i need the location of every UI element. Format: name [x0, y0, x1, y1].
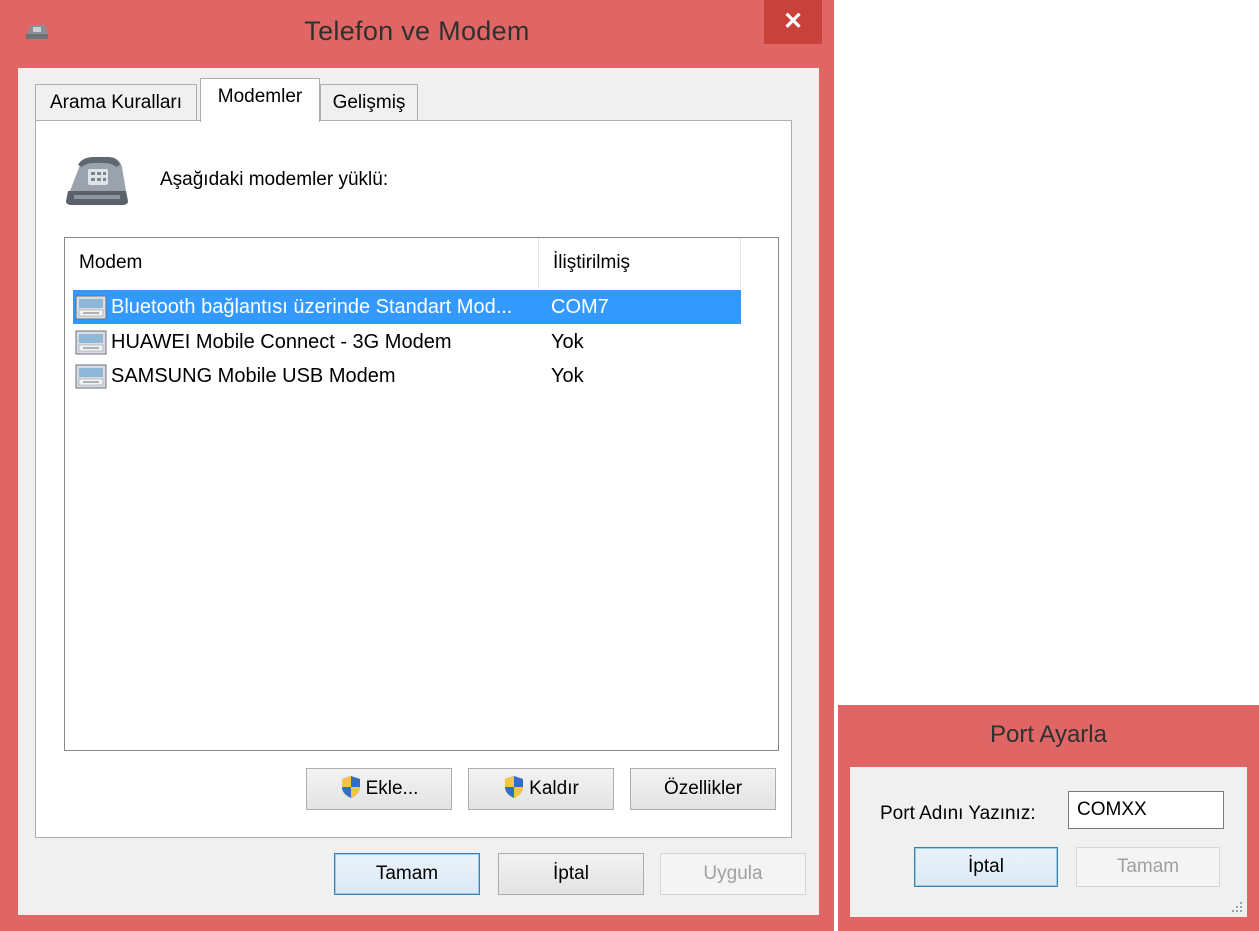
window-title: Port Ayarla	[990, 721, 1107, 748]
list-item[interactable]: SAMSUNG Mobile USB Modem Yok	[73, 359, 741, 393]
modem-list[interactable]: Modem İliştirilmiş Bluetooth bağlantısı …	[64, 237, 779, 751]
list-item[interactable]: HUAWEI Mobile Connect - 3G Modem Yok	[73, 325, 741, 359]
close-button[interactable]: ✕	[764, 0, 822, 44]
modem-name: Bluetooth bağlantısı üzerinde Standart M…	[111, 296, 513, 318]
tab-arama-kurallari[interactable]: Arama Kuralları	[35, 84, 197, 122]
properties-button-label: Özellikler	[663, 778, 743, 799]
modem-icon	[75, 295, 107, 320]
port-name-label: Port Adını Yazınız:	[880, 803, 1036, 824]
port-name-input[interactable]	[1068, 791, 1224, 829]
tab-label: Modemler	[217, 86, 303, 107]
resize-grip-icon[interactable]	[1231, 901, 1243, 913]
column-header-modem[interactable]: Modem	[65, 238, 538, 288]
ok-button-label: Tamam	[375, 863, 439, 884]
column-header-label: İliştirilmiş	[553, 252, 631, 273]
cancel-button[interactable]: İptal	[914, 847, 1058, 887]
phone-modem-icon	[66, 157, 128, 205]
modemler-tab-panel: Aşağıdaki modemler yüklü: Modem İliştiri…	[35, 120, 792, 838]
ok-button-label: Tamam	[1116, 856, 1180, 877]
window-client-area: Port Adını Yazınız: İptal Tamam	[850, 767, 1247, 917]
add-button[interactable]: Ekle...	[306, 768, 452, 810]
tab-gelismis[interactable]: Gelişmiş	[320, 84, 418, 122]
modem-icon	[75, 364, 107, 389]
tab-label: Gelişmiş	[332, 92, 406, 113]
modem-icon	[75, 330, 107, 355]
modem-name: HUAWEI Mobile Connect - 3G Modem	[111, 331, 452, 353]
port-ayarla-window: Port Ayarla Port Adını Yazınız: İptal Ta…	[838, 705, 1259, 931]
remove-button[interactable]: Kaldır	[468, 768, 614, 810]
tab-label: Arama Kuralları	[50, 92, 182, 113]
title-bar[interactable]: Telefon ve Modem ✕	[0, 0, 834, 68]
ok-button: Tamam	[1076, 847, 1220, 887]
telefon-ve-modem-window: Telefon ve Modem ✕ Arama Kuralları Modem…	[0, 0, 834, 931]
remove-button-label: Kaldır	[529, 778, 579, 799]
close-icon: ✕	[782, 8, 804, 35]
cancel-button-label: İptal	[968, 856, 1004, 877]
window-client-area: Arama Kuralları Modemler Gelişmiş Aşağıd…	[18, 68, 819, 915]
modem-port: COM7	[551, 296, 609, 318]
modem-port: Yok	[551, 365, 584, 387]
properties-button[interactable]: Özellikler	[630, 768, 776, 810]
tab-modemler[interactable]: Modemler	[200, 78, 320, 122]
column-divider[interactable]	[740, 238, 741, 288]
column-header-label: Modem	[79, 252, 143, 273]
uac-shield-icon	[505, 775, 524, 798]
list-item[interactable]: Bluetooth bağlantısı üzerinde Standart M…	[73, 290, 741, 324]
modem-name: SAMSUNG Mobile USB Modem	[111, 365, 396, 387]
column-header-iliştirilmis[interactable]: İliştirilmiş	[539, 238, 739, 288]
apply-button-label: Uygula	[703, 863, 763, 884]
window-title: Telefon ve Modem	[304, 16, 530, 46]
apply-button: Uygula	[660, 853, 806, 895]
installed-modems-heading: Aşağıdaki modemler yüklü:	[160, 169, 389, 190]
modem-port: Yok	[551, 331, 584, 353]
add-button-label: Ekle...	[365, 778, 419, 799]
cancel-button-label: İptal	[553, 863, 589, 884]
uac-shield-icon	[341, 775, 360, 798]
cancel-button[interactable]: İptal	[498, 853, 644, 895]
ok-button[interactable]: Tamam	[334, 853, 480, 895]
